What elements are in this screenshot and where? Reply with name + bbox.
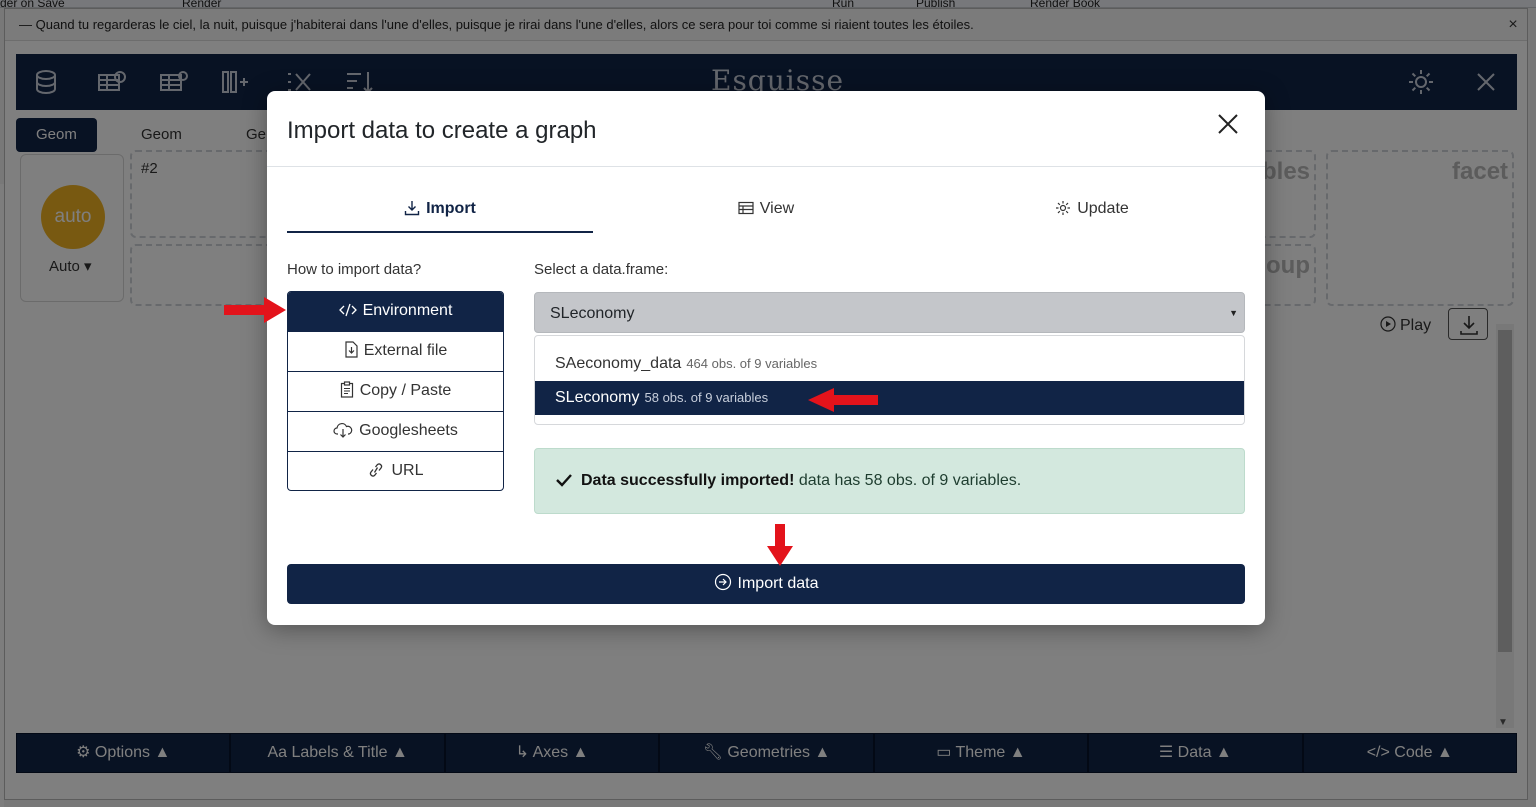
tab-import[interactable]: Import <box>287 193 593 233</box>
dataframe-select[interactable]: SLeconomy ▼ <box>534 292 1245 333</box>
dataframe-option[interactable]: SAeconomy_data 464 obs. of 9 variables <box>535 347 1244 381</box>
method-environment[interactable]: Environment <box>288 292 503 332</box>
code-icon <box>338 303 357 317</box>
dataframe-option[interactable]: SLeconomy 58 obs. of 9 variables <box>535 381 1244 415</box>
check-icon <box>556 474 572 487</box>
method-copy-paste[interactable]: Copy / Paste <box>288 372 503 412</box>
import-method-label: How to import data? <box>287 261 422 278</box>
arrow-circle-right-icon <box>714 573 731 591</box>
tab-update[interactable]: Update <box>939 193 1245 233</box>
import-method-list: Environment External file Copy / Paste G… <box>287 291 504 491</box>
annotation-arrow-left <box>808 388 878 412</box>
download-icon <box>404 201 420 216</box>
modal-title: Import data to create a graph <box>287 117 597 144</box>
annotation-arrow-right <box>224 297 286 323</box>
modal-header: Import data to create a graph <box>267 91 1265 167</box>
success-alert: Data successfully imported! data has 58 … <box>534 448 1245 514</box>
dataframe-select-label: Select a data.frame: <box>534 261 669 278</box>
import-data-button[interactable]: Import data <box>287 564 1245 604</box>
gear-icon <box>1056 201 1071 215</box>
clipboard-icon <box>340 381 353 398</box>
annotation-arrow-down <box>767 524 793 566</box>
cloud-download-icon <box>333 423 353 438</box>
file-import-icon <box>345 341 358 358</box>
link-icon <box>370 463 383 477</box>
method-url[interactable]: URL <box>288 452 503 490</box>
close-icon[interactable] <box>1213 109 1243 139</box>
tab-view[interactable]: View <box>613 193 919 233</box>
modal-tabs: Import View Update <box>287 193 1245 233</box>
dataframe-select-value: SLeconomy <box>550 305 635 322</box>
method-googlesheets[interactable]: Googlesheets <box>288 412 503 452</box>
table-icon <box>738 201 754 215</box>
caret-down-icon: ▼ <box>1229 308 1238 318</box>
dataframe-dropdown: SAeconomy_data 464 obs. of 9 variables SL… <box>534 335 1245 425</box>
method-external-file[interactable]: External file <box>288 332 503 372</box>
